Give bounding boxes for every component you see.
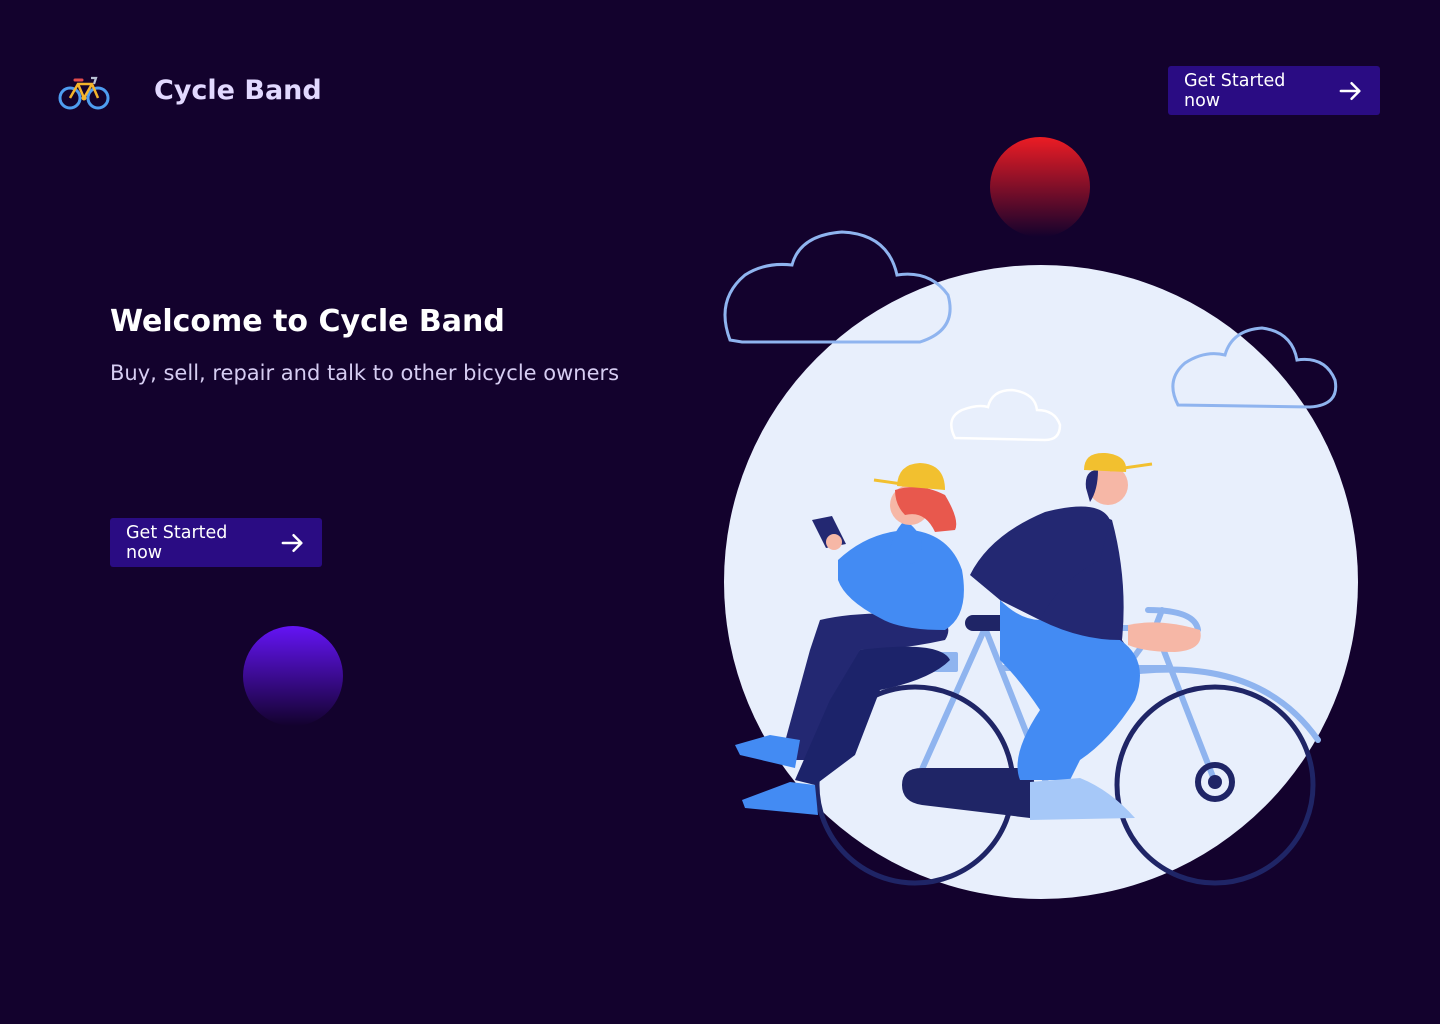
hero-subtitle: Buy, sell, repair and talk to other bicy… bbox=[110, 361, 620, 385]
brand-name[interactable]: Cycle Band bbox=[154, 75, 322, 106]
bicycle-logo-icon bbox=[58, 72, 112, 112]
header-get-started-button[interactable]: Get Started now bbox=[1168, 66, 1380, 115]
header-get-started-label: Get Started now bbox=[1184, 70, 1286, 111]
hero-get-started-label: Get Started now bbox=[126, 522, 228, 563]
hero-title: Welcome to Cycle Band bbox=[110, 304, 505, 339]
two-riders-on-bicycle-illustration bbox=[700, 215, 1400, 915]
purple-gradient-circle bbox=[243, 626, 343, 726]
hero-get-started-button[interactable]: Get Started now bbox=[110, 518, 322, 567]
arrow-right-icon bbox=[1339, 81, 1361, 100]
arrow-right-icon bbox=[281, 533, 303, 552]
